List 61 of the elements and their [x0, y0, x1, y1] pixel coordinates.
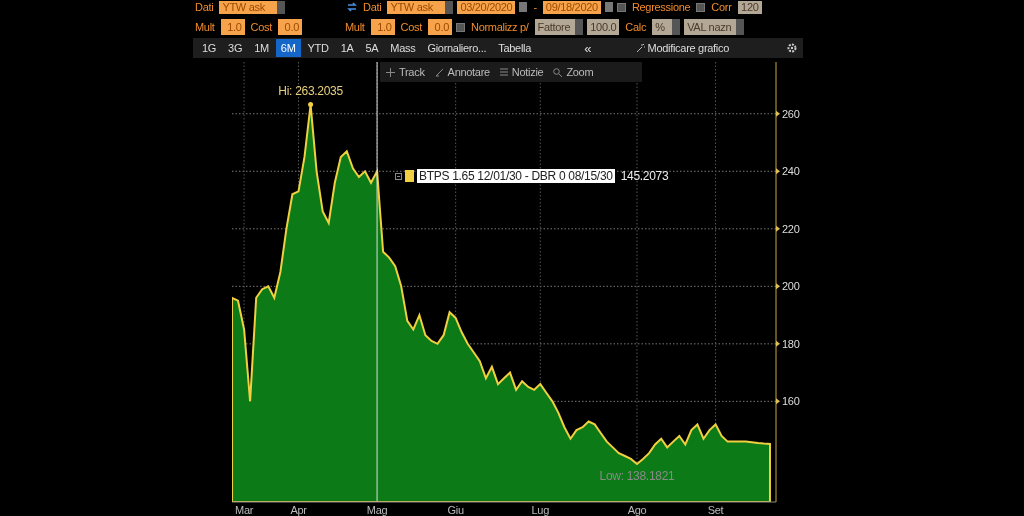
- field-label: Mult: [194, 21, 216, 33]
- axis-label: Mar: [235, 504, 254, 516]
- chart-annotation: Hi: 263.2035: [278, 83, 343, 98]
- axis-label: Set: [707, 504, 724, 516]
- period-tab[interactable]: YTD: [302, 39, 334, 57]
- axis-label: Apr: [290, 504, 307, 516]
- dropdown-field[interactable]: Fattore: [534, 19, 584, 35]
- toolbar-button[interactable]: Notizie: [499, 66, 544, 78]
- axis-label: Lug: [531, 504, 549, 516]
- axis-label: 200: [782, 280, 800, 293]
- field-label: Mult: [344, 21, 366, 33]
- field-label: -: [532, 1, 538, 13]
- wand-icon: [635, 43, 645, 53]
- dropdown-field[interactable]: %: [652, 19, 681, 35]
- period-tab[interactable]: 1A: [335, 39, 359, 57]
- period-tab[interactable]: 1M: [249, 39, 274, 57]
- period-tab[interactable]: 3G: [223, 39, 248, 57]
- list-icon: [499, 67, 508, 77]
- checkbox-label: Regressione: [630, 1, 692, 13]
- period-tab[interactable]: 6M: [275, 39, 301, 57]
- axis-label: 160: [782, 395, 800, 408]
- axis-label: 240: [782, 165, 800, 178]
- input-field[interactable]: 120: [737, 0, 762, 14]
- checkbox[interactable]: [696, 2, 706, 12]
- toolbar-button[interactable]: Annotare: [434, 66, 490, 78]
- swap-icon[interactable]: [347, 2, 357, 12]
- input-field[interactable]: 100.0: [587, 19, 620, 35]
- period-tab[interactable]: 5A: [360, 39, 384, 57]
- settings-icon[interactable]: [787, 43, 797, 53]
- axis-label: Ago: [627, 504, 647, 516]
- collapse-icon[interactable]: [395, 172, 402, 180]
- checkbox[interactable]: [456, 22, 465, 32]
- checkbox[interactable]: [616, 2, 626, 12]
- checkbox-label: Corr: [710, 1, 733, 13]
- chart-annotation: Low: 138.1821: [599, 469, 675, 484]
- collapse-button[interactable]: «: [578, 39, 598, 57]
- axis-label: 180: [782, 337, 800, 350]
- dropdown-field[interactable]: VAL nazn: [684, 19, 745, 35]
- legend-value: 145.2073: [620, 169, 669, 183]
- field-label: Calc: [624, 21, 648, 33]
- axis-label: 260: [782, 107, 800, 120]
- crosshair-icon: [386, 67, 395, 77]
- period-tab[interactable]: Mass: [385, 39, 421, 57]
- axis-label: Giu: [447, 504, 464, 516]
- legend-label: BTPS 1.65 12/01/30 - DBR 0 08/15/30: [417, 169, 615, 183]
- checkbox-label: Normalizz p/: [470, 21, 530, 33]
- toolbar-button[interactable]: Track: [386, 66, 425, 78]
- period-tab[interactable]: Giornaliero...: [422, 39, 492, 57]
- field-label: Cost: [249, 21, 274, 33]
- field-label: Dati: [362, 1, 383, 13]
- axis-label: 220: [782, 222, 800, 235]
- field-label: Dati: [194, 1, 215, 13]
- toolbar-button[interactable]: Zoom: [553, 66, 594, 78]
- period-tab[interactable]: Tabella: [493, 39, 536, 57]
- edit-chart-button[interactable]: Modificare grafico: [629, 41, 735, 55]
- peak-marker: [308, 102, 314, 108]
- field-label: Cost: [399, 21, 424, 33]
- axis-label: Mag: [366, 504, 388, 516]
- period-tab[interactable]: 1G: [197, 39, 222, 57]
- pencil-icon: [434, 67, 444, 77]
- search-icon: [553, 67, 563, 77]
